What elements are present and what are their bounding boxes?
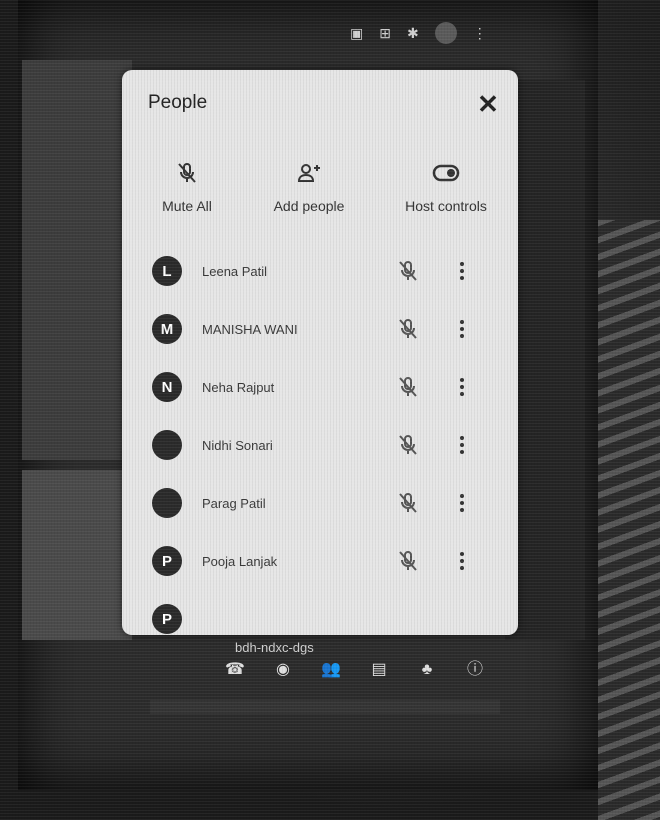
captions-icon[interactable]: ◉ — [273, 660, 293, 680]
list-item[interactable]: L Leena Patil — [122, 242, 518, 300]
participant-name: MANISHA WANI — [202, 321, 298, 337]
people-panel: People ✕ Mute All Add people Host contro… — [122, 70, 518, 635]
avatar — [152, 488, 182, 518]
participant-name: Pooja Lanjak — [202, 553, 278, 569]
add-people-button[interactable]: Add people — [254, 158, 364, 214]
settings-icon[interactable]: ✱ — [407, 25, 419, 42]
end-call-icon[interactable]: ☎ — [225, 660, 245, 680]
close-button[interactable]: ✕ — [474, 90, 502, 118]
panel-title: People — [148, 92, 208, 113]
call-controls: ☎ ◉ 👥 ▤ ♣ ⓘ — [225, 660, 485, 680]
top-toolbar: ▣ ⊞ ✱ ⋮ — [350, 20, 520, 46]
list-item[interactable]: Nidhi Sonari — [122, 416, 518, 474]
participant-name: Parag Patil — [202, 495, 266, 511]
avatar: M — [152, 314, 182, 344]
taskbar — [150, 700, 500, 714]
mute-all-button[interactable]: Mute All — [150, 158, 224, 214]
participant-name: Leena Patil — [202, 263, 268, 279]
more-options-icon[interactable] — [456, 433, 468, 457]
list-item[interactable]: P Pooja Lanjak — [122, 532, 518, 590]
list-item[interactable]: Parag Patil — [122, 474, 518, 532]
video-tile-left — [22, 60, 132, 460]
more-options-icon[interactable] — [456, 491, 468, 515]
chat-icon[interactable]: ▤ — [369, 660, 389, 680]
person-add-icon — [254, 158, 364, 188]
avatar: N — [152, 372, 182, 402]
mic-off-icon[interactable] — [396, 433, 420, 457]
list-item[interactable]: N Neha Rajput — [122, 358, 518, 416]
list-item[interactable]: P — [122, 590, 518, 635]
avatar: L — [152, 256, 182, 286]
meeting-code: bdh-ndxc-dgs — [235, 640, 314, 655]
more-options-icon[interactable] — [456, 549, 468, 573]
avatar: P — [152, 546, 182, 576]
toggle-icon — [386, 158, 506, 188]
people-icon[interactable]: 👥 — [321, 660, 341, 680]
window-icon[interactable]: ▣ — [350, 25, 363, 42]
activities-icon[interactable]: ♣ — [417, 660, 437, 680]
avatar: P — [152, 604, 182, 634]
mute-all-label: Mute All — [162, 198, 212, 214]
mic-off-icon — [150, 158, 224, 188]
avatar[interactable] — [434, 22, 457, 44]
participant-name: Nidhi Sonari — [202, 437, 273, 453]
grid-icon[interactable]: ⊞ — [379, 25, 391, 42]
participant-list: L Leena Patil M MANISHA WANI N Neha Rajp… — [122, 242, 518, 635]
host-controls-label: Host controls — [405, 198, 487, 214]
list-item[interactable]: M MANISHA WANI — [122, 300, 518, 358]
mic-off-icon[interactable] — [396, 259, 420, 283]
mic-off-icon[interactable] — [396, 317, 420, 341]
panel-actions: Mute All Add people Host controls — [122, 158, 518, 228]
mic-off-icon[interactable] — [396, 375, 420, 399]
more-options-icon[interactable] — [456, 375, 468, 399]
mic-off-icon[interactable] — [396, 491, 420, 515]
background-cables — [598, 220, 660, 820]
participant-name: Neha Rajput — [202, 379, 275, 395]
avatar — [152, 430, 182, 460]
add-people-label: Add people — [273, 198, 345, 214]
more-options-icon[interactable] — [456, 259, 468, 283]
host-controls-button[interactable]: Host controls — [386, 158, 506, 214]
video-tile-left-lower — [22, 470, 132, 640]
mic-off-icon[interactable] — [396, 549, 420, 573]
more-options-icon[interactable] — [456, 317, 468, 341]
info-icon[interactable]: ⓘ — [465, 660, 485, 680]
more-icon[interactable]: ⋮ — [473, 25, 487, 42]
